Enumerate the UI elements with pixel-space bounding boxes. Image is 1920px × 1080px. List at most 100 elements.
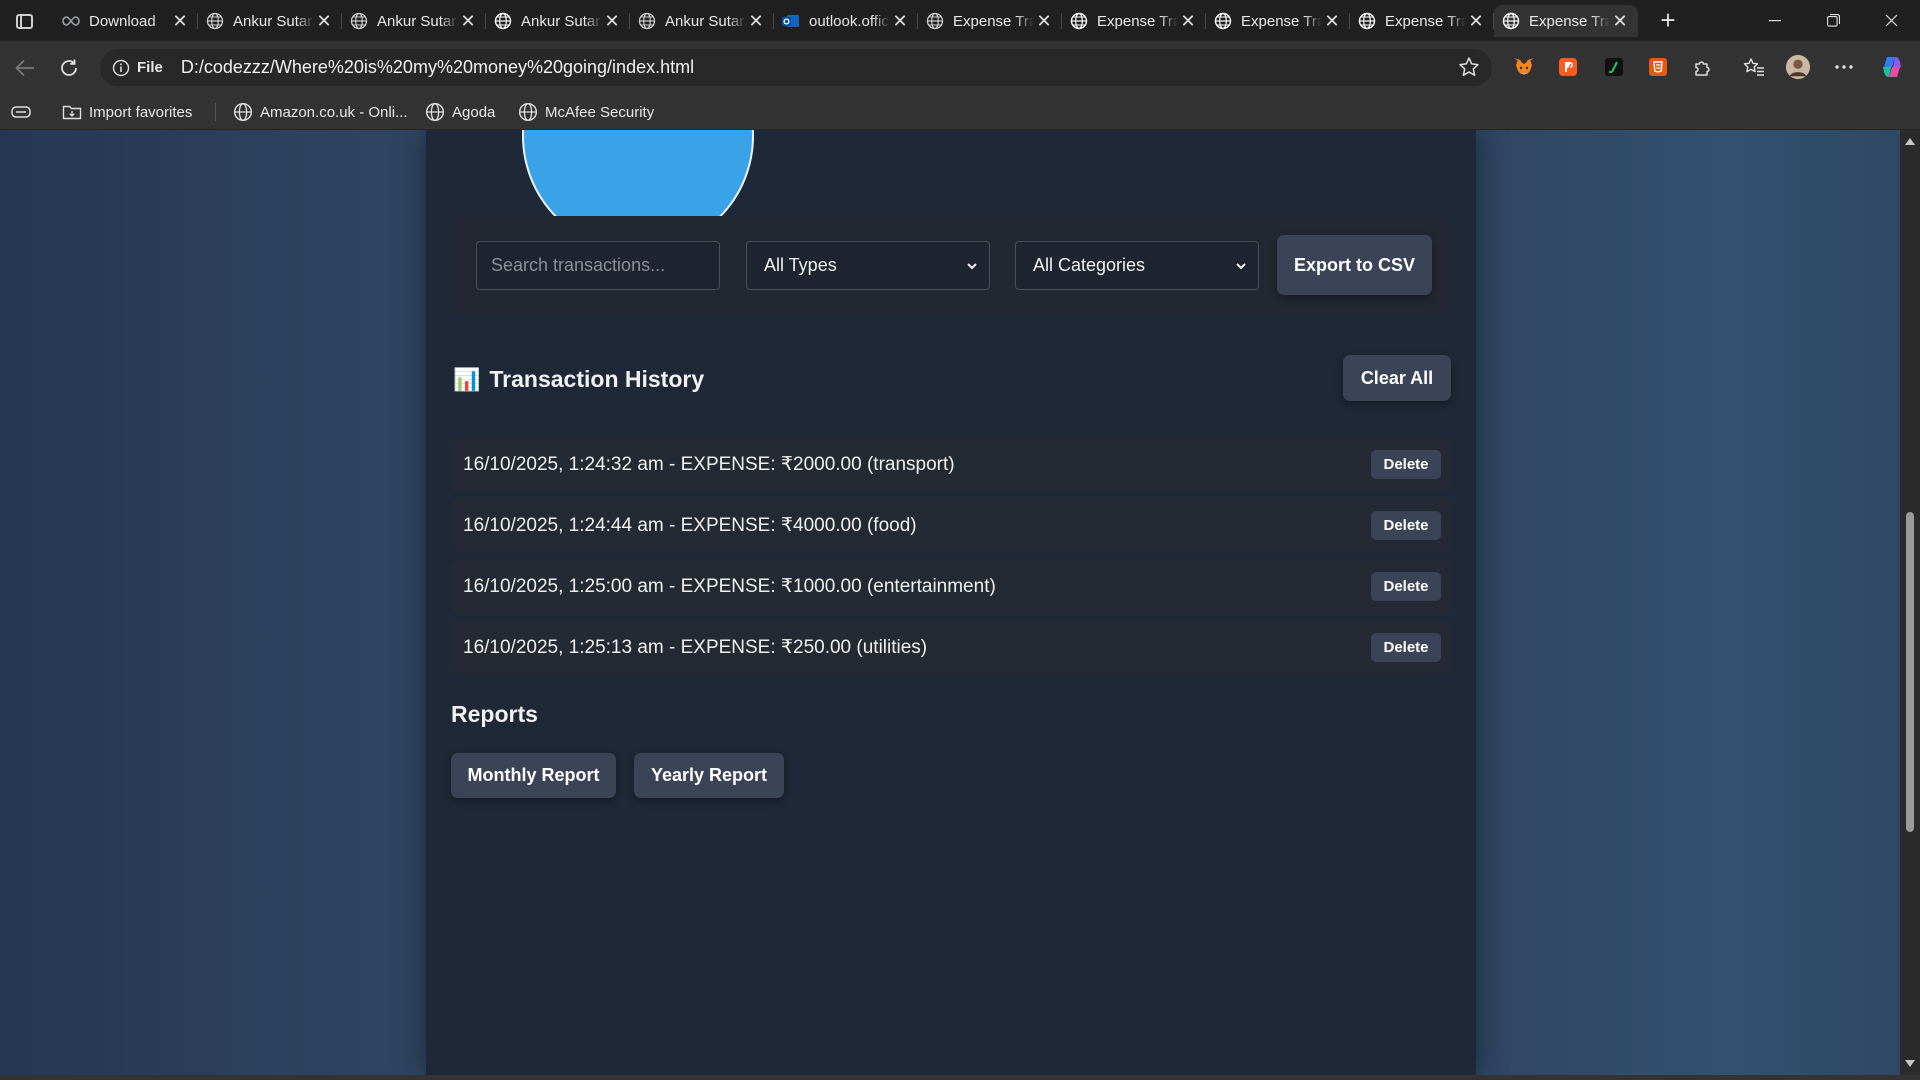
tab-title: Expense Tracker <box>953 12 1034 30</box>
favorites-collection-icon[interactable] <box>1741 54 1767 80</box>
globe-icon <box>206 12 224 30</box>
yearly-report-button[interactable]: Yearly Report <box>634 753 784 798</box>
globe-icon <box>494 12 512 30</box>
transaction-row: 16/10/2025, 1:25:00 am - EXPENSE: ₹1000.… <box>451 560 1451 613</box>
close-icon[interactable]: ✕ <box>602 11 622 31</box>
type-filter-value: All Types <box>764 255 837 275</box>
minimize-icon[interactable] <box>1746 0 1804 41</box>
tab-title: Download <box>89 12 156 30</box>
reports-title: Reports <box>451 701 538 727</box>
page-scrollbar[interactable] <box>1900 130 1920 1075</box>
new-tab-plus-icon[interactable]: + <box>1654 5 1682 35</box>
tab-title: Ankur Sutariya <box>233 12 314 30</box>
globe-icon <box>638 12 656 30</box>
page-background-left <box>0 130 426 1075</box>
star-favorite-icon[interactable] <box>1458 56 1480 78</box>
transaction-text: 16/10/2025, 1:24:32 am - EXPENSE: ₹2000.… <box>463 454 955 475</box>
close-icon[interactable]: ✕ <box>314 11 334 31</box>
profile-avatar[interactable] <box>1785 54 1811 80</box>
site-info-button[interactable]: File <box>100 59 163 77</box>
url-text[interactable]: D:/codezzz/Where%20is%20my%20money%20goi… <box>181 57 694 78</box>
transaction-text: 16/10/2025, 1:25:00 am - EXPENSE: ₹1000.… <box>463 576 996 597</box>
delete-button[interactable]: Delete <box>1371 511 1441 540</box>
monthly-report-button[interactable]: Monthly Report <box>451 753 616 798</box>
bar-chart-icon: 📊 <box>453 366 481 392</box>
close-icon[interactable]: ✕ <box>1322 11 1342 31</box>
tab[interactable]: Expense Tracker ✕ <box>1062 5 1206 37</box>
close-icon[interactable]: ✕ <box>890 11 910 31</box>
extension-orange-icon[interactable] <box>1555 54 1581 80</box>
bookmark-amazon[interactable]: Amazon.co.uk - Onli... <box>233 102 408 122</box>
app-container: All Types All Categories Export to CSV 📊… <box>426 130 1476 1075</box>
bookmark-agoda[interactable]: Agoda <box>425 102 495 122</box>
close-icon[interactable]: ✕ <box>1178 11 1198 31</box>
close-window-icon[interactable] <box>1862 0 1920 41</box>
globe-icon <box>1358 12 1376 30</box>
copilot-icon[interactable] <box>1879 54 1905 80</box>
reading-list-icon[interactable] <box>10 102 39 122</box>
close-icon[interactable]: ✕ <box>1466 11 1486 31</box>
scroll-down-arrow-icon[interactable] <box>1905 1060 1915 1067</box>
delete-button[interactable]: Delete <box>1371 450 1441 479</box>
import-folder-icon <box>62 105 82 120</box>
extension-html-icon[interactable] <box>1645 54 1671 80</box>
metamask-fox-icon[interactable] <box>1511 54 1537 80</box>
delete-button[interactable]: Delete <box>1371 633 1441 662</box>
close-icon[interactable]: ✕ <box>746 11 766 31</box>
close-icon[interactable]: ✕ <box>1034 11 1054 31</box>
scroll-up-arrow-icon[interactable] <box>1905 138 1915 145</box>
tab[interactable]: Expense Tracker ✕ <box>918 5 1062 37</box>
globe-icon <box>425 102 445 122</box>
bookmark-import-favorites[interactable]: Import favorites <box>62 102 192 122</box>
search-input[interactable] <box>476 241 720 290</box>
site-info-label: File <box>137 59 163 76</box>
scrollbar-thumb[interactable] <box>1906 512 1914 832</box>
more-options-icon[interactable] <box>1831 54 1857 80</box>
category-filter-select[interactable]: All Categories <box>1015 241 1259 290</box>
extension-terminal-icon[interactable] <box>1601 54 1627 80</box>
tab[interactable]: outlook.office.com ✕ <box>774 5 918 37</box>
filter-controls: All Types All Categories Export to CSV <box>451 216 1451 314</box>
globe-icon <box>1070 12 1088 30</box>
back-arrow-icon[interactable] <box>11 54 39 82</box>
tab[interactable]: Expense Tracker ✕ <box>1350 5 1494 37</box>
globe-icon <box>518 102 538 122</box>
refresh-icon[interactable] <box>55 54 83 82</box>
bookmark-label: Import favorites <box>89 103 193 121</box>
tab[interactable]: Ankur Sutariya ✕ <box>198 5 342 37</box>
tab[interactable]: Ankur Sutariya ✕ <box>486 5 630 37</box>
delete-button[interactable]: Delete <box>1371 572 1441 601</box>
globe-icon <box>233 102 253 122</box>
infinity-icon <box>62 12 80 30</box>
close-icon[interactable]: ✕ <box>1610 11 1630 31</box>
tab-list: Download ✕ Ankur Sutariya ✕ Ankur Sutari… <box>54 5 1638 37</box>
bookmark-label: McAfee Security <box>545 103 655 121</box>
transaction-text: 16/10/2025, 1:24:44 am - EXPENSE: ₹4000.… <box>463 515 917 536</box>
page-viewport: All Types All Categories Export to CSV 📊… <box>0 130 1900 1075</box>
restore-icon[interactable] <box>1804 0 1862 41</box>
tab[interactable]: Ankur Sutariya ✕ <box>342 5 486 37</box>
export-csv-button[interactable]: Export to CSV <box>1277 235 1432 295</box>
clear-all-button[interactable]: Clear All <box>1343 355 1451 401</box>
tab-title: Ankur Sutariya <box>665 12 746 30</box>
tab[interactable]: Expense Tracker ✕ <box>1206 5 1350 37</box>
close-icon[interactable]: ✕ <box>458 11 478 31</box>
tab[interactable]: Ankur Sutariya ✕ <box>630 5 774 37</box>
address-bar[interactable]: File D:/codezzz/Where%20is%20my%20money%… <box>100 49 1492 86</box>
globe-icon <box>1502 12 1520 30</box>
tab-actions-menu-icon[interactable] <box>12 9 36 33</box>
close-icon[interactable]: ✕ <box>170 11 190 31</box>
page-background-right <box>1476 130 1900 1075</box>
tab-active[interactable]: Expense Tracker ✕ <box>1494 5 1638 37</box>
bookmark-label: Amazon.co.uk - Onli... <box>260 103 408 121</box>
tab[interactable]: Download ✕ <box>54 5 198 37</box>
outlook-icon <box>782 12 800 30</box>
type-filter-select[interactable]: All Types <box>746 241 990 290</box>
browser-toolbar: File D:/codezzz/Where%20is%20my%20money%… <box>0 41 1920 94</box>
bookmark-separator <box>215 103 216 121</box>
transaction-row: 16/10/2025, 1:24:44 am - EXPENSE: ₹4000.… <box>451 499 1451 552</box>
bookmark-mcafee[interactable]: McAfee Security <box>518 102 654 122</box>
transaction-text: 16/10/2025, 1:25:13 am - EXPENSE: ₹250.0… <box>463 637 928 658</box>
bookmark-label: Agoda <box>452 103 496 121</box>
extensions-puzzle-icon[interactable] <box>1690 54 1716 80</box>
